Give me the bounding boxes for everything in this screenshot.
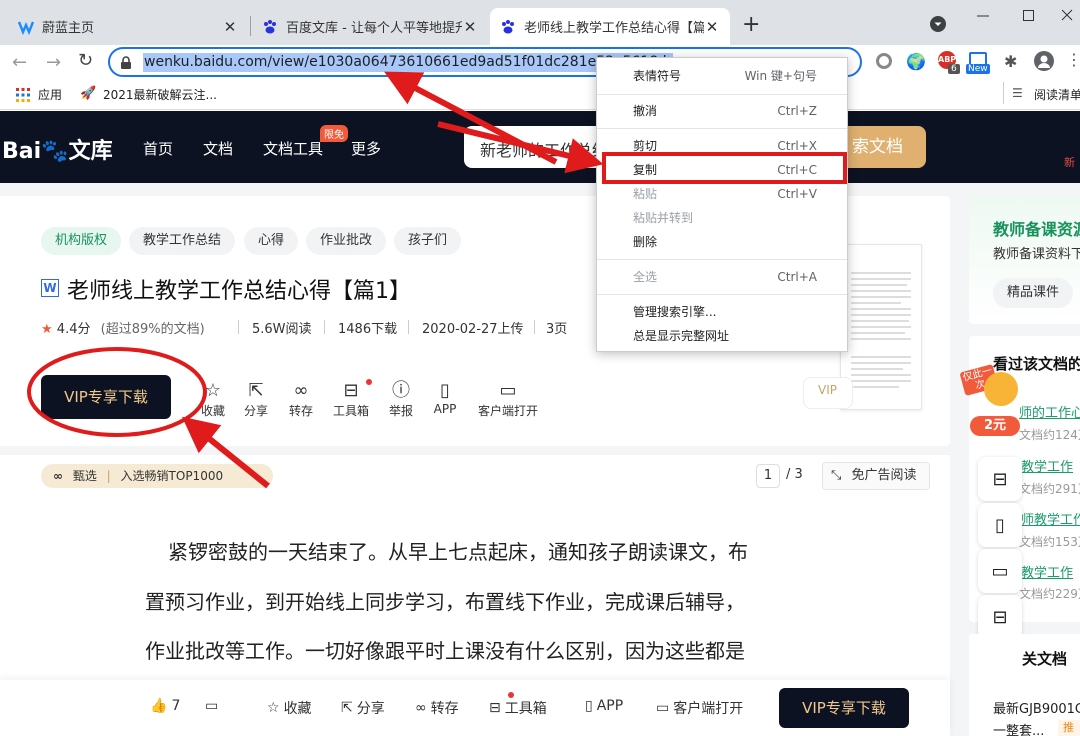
red-arrows-annotation: [181, 71, 604, 489]
browser-window: 蔚蓝主页 ✕ 百度文库 - 让每个人平等地提升自 ✕ 老师线上教学工作总结心得【…: [0, 0, 1080, 736]
